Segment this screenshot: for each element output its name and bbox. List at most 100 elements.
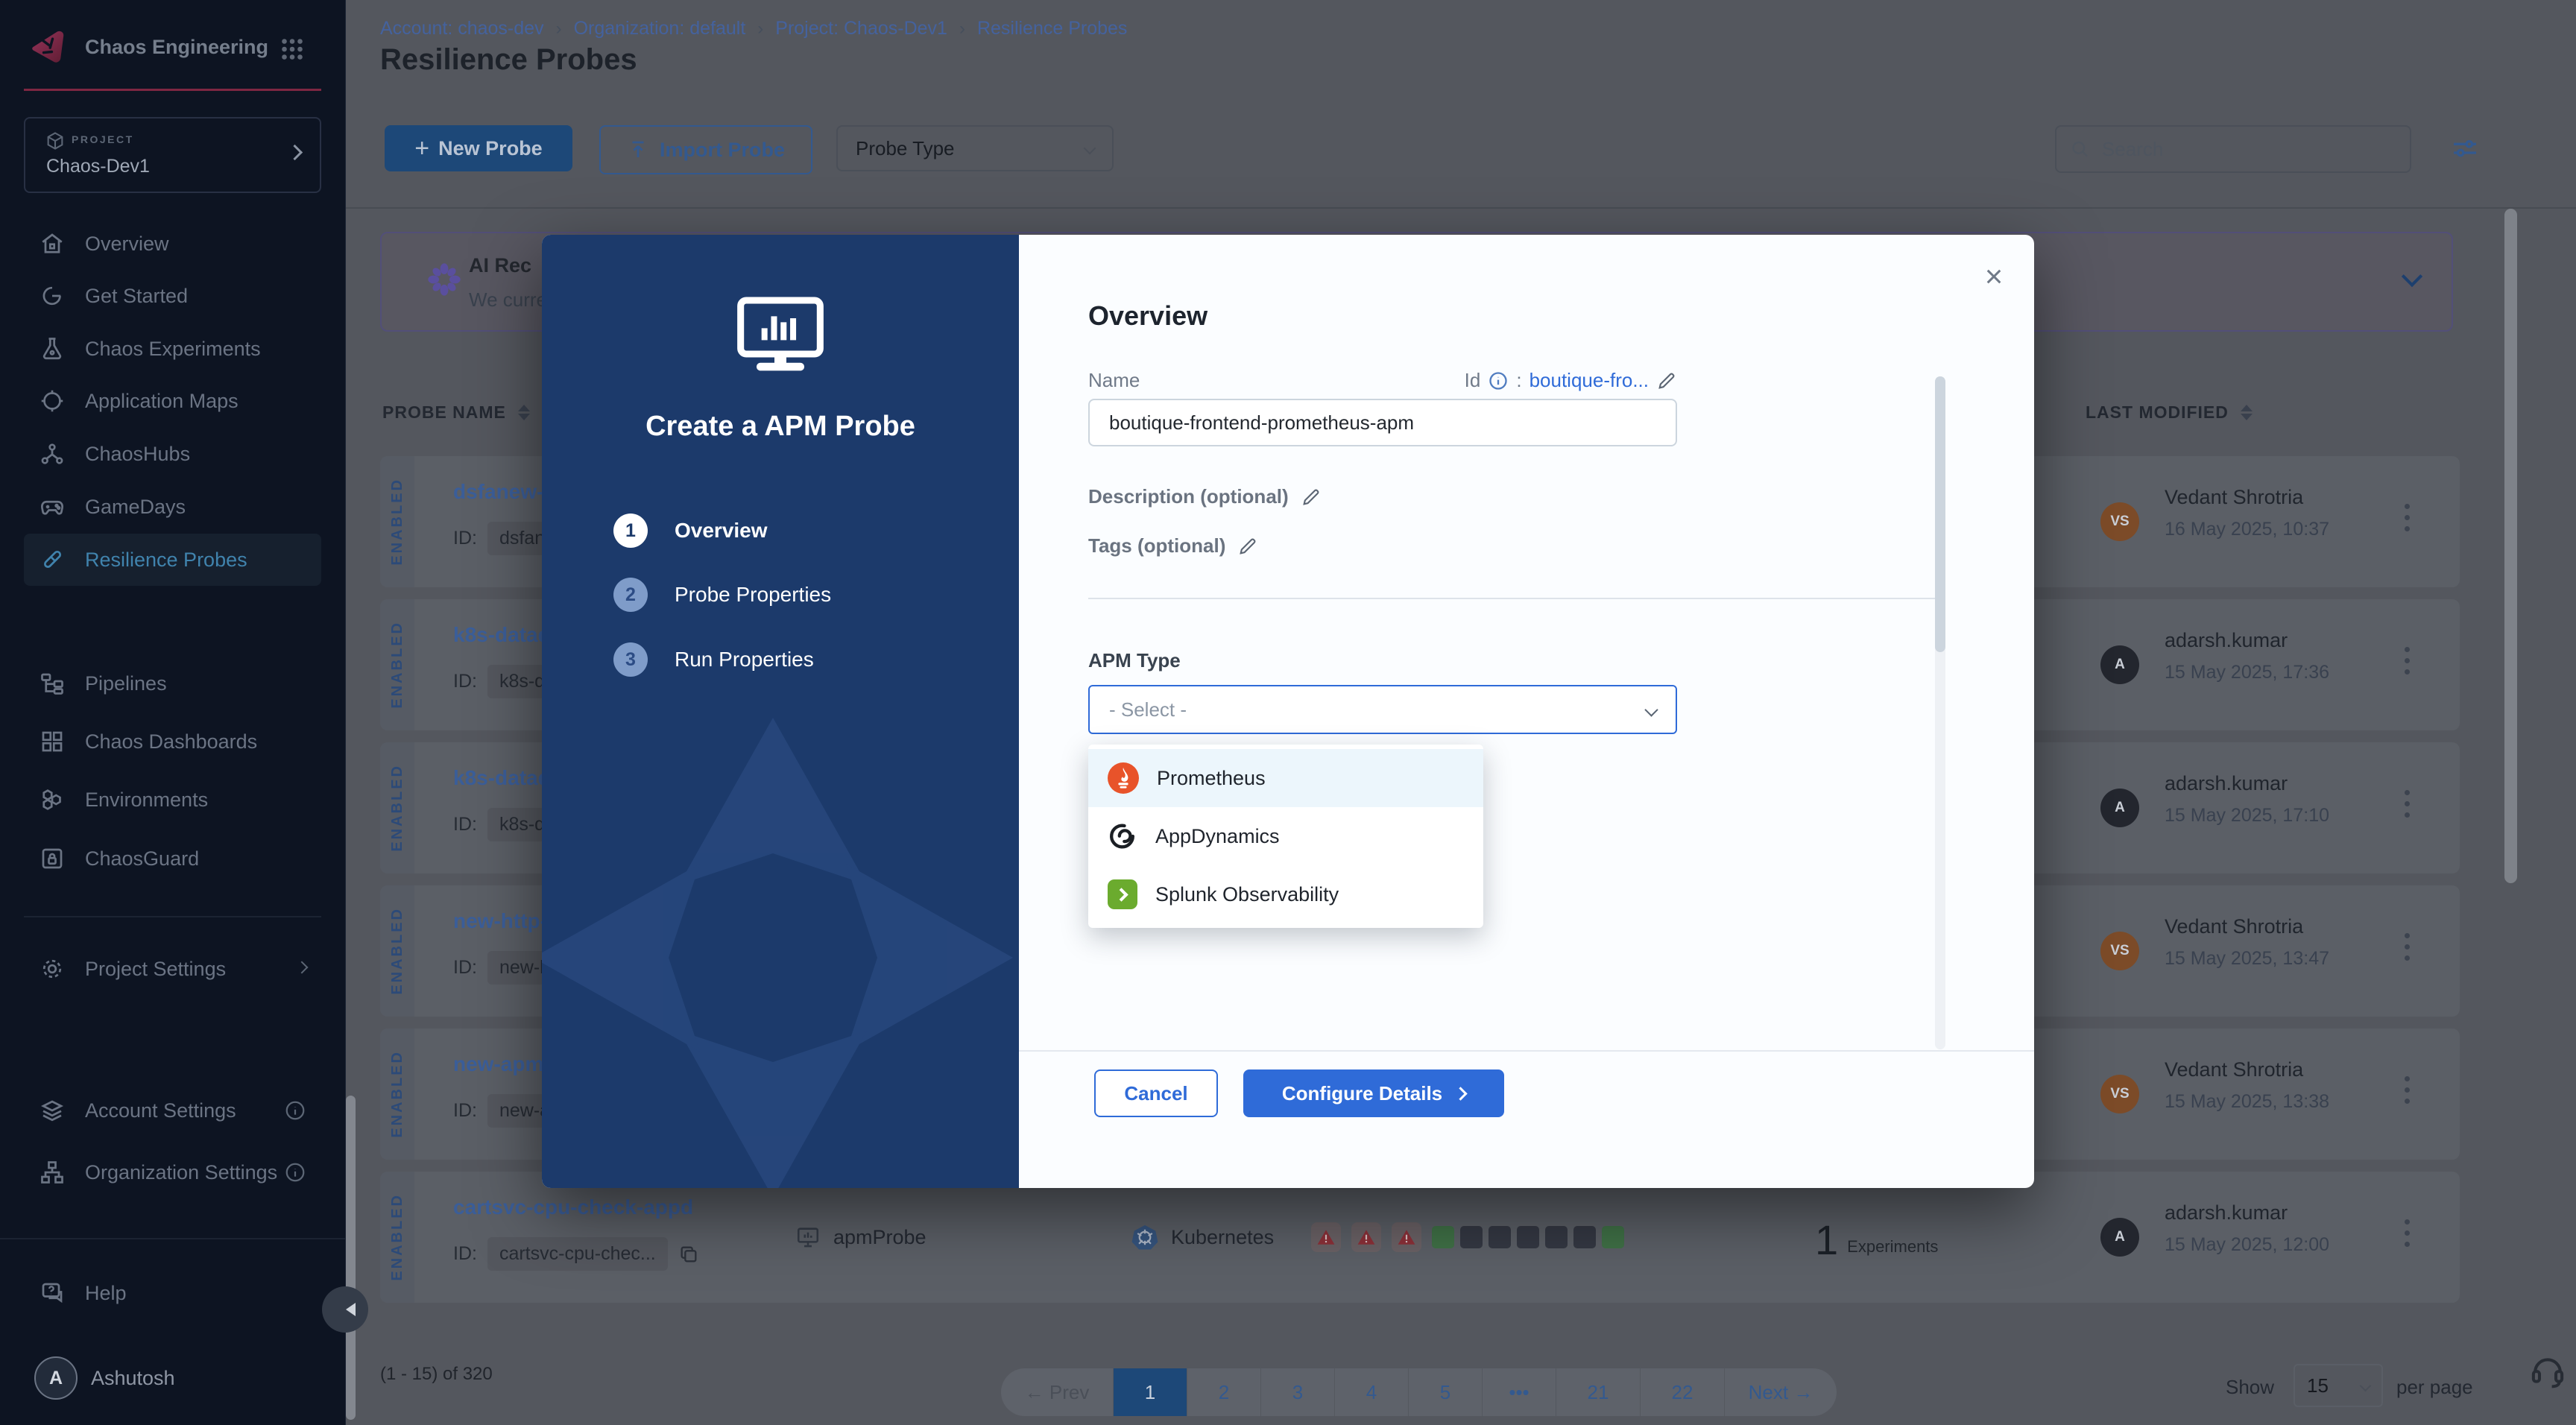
cancel-button[interactable]: Cancel xyxy=(1094,1069,1218,1117)
page-size-select[interactable]: 15 xyxy=(2294,1364,2383,1407)
sidebar-item-help[interactable]: Help xyxy=(24,1267,321,1319)
next-page-button[interactable]: Next → xyxy=(1725,1368,1837,1416)
prev-page-button[interactable]: ← Prev xyxy=(1001,1368,1114,1416)
sidebar-item-get-started[interactable]: Get Started xyxy=(24,270,321,322)
page-button-21[interactable]: 21 xyxy=(1556,1368,1641,1416)
probe-name-link[interactable]: new-apm- xyxy=(453,1052,551,1076)
edit-pencil-icon[interactable] xyxy=(1656,370,1677,391)
probe-name-link[interactable]: k8s-datad xyxy=(453,623,551,647)
sidebar-item-overview[interactable]: Overview xyxy=(24,218,321,270)
description-toggle[interactable]: Description (optional) xyxy=(1088,485,1322,508)
kubernetes-icon xyxy=(1131,1223,1159,1251)
user-avatar[interactable]: A xyxy=(34,1356,78,1400)
run-result xyxy=(1573,1226,1596,1248)
probe-name-link[interactable]: k8s-datad xyxy=(453,766,551,790)
wizard-step-run-properties[interactable]: 3 Run Properties xyxy=(613,642,814,677)
sidebar-item-chaos-dashboards[interactable]: Chaos Dashboards xyxy=(24,715,321,768)
banner-subtitle: We curre xyxy=(469,288,547,312)
sidebar-item-chaos-experiments[interactable]: Chaos Experiments xyxy=(24,323,321,375)
search-box[interactable] xyxy=(2055,125,2411,173)
product-title: Chaos Engineering xyxy=(85,36,268,59)
new-probe-button[interactable]: + New Probe xyxy=(385,125,572,171)
apm-monitor-icon xyxy=(733,294,828,378)
probe-name-link[interactable]: new-http- xyxy=(453,909,547,933)
row-menu-button[interactable] xyxy=(2405,790,2410,818)
probe-type-filter[interactable]: Probe Type xyxy=(836,125,1114,171)
org-chart-icon xyxy=(39,1159,66,1186)
module-grid-icon[interactable] xyxy=(279,36,306,63)
info-icon[interactable] xyxy=(1488,370,1509,391)
sort-icon xyxy=(518,405,530,420)
row-menu-button[interactable] xyxy=(2405,1219,2410,1247)
copy-icon[interactable] xyxy=(678,1244,699,1265)
modified-at: 15 May 2025, 12:00 xyxy=(2165,1234,2329,1256)
modal-form: Overview Name Id : boutique-fro... Descr… xyxy=(1019,235,2034,1188)
configure-details-button[interactable]: Configure Details xyxy=(1243,1069,1504,1117)
option-prometheus[interactable]: Prometheus xyxy=(1088,749,1483,807)
column-header-last-modified[interactable]: LAST MODIFIED xyxy=(2086,402,2253,423)
form-heading: Overview xyxy=(1088,300,1208,332)
page-title: Resilience Probes xyxy=(380,43,637,77)
wizard-panel: Create a APM Probe 1 Overview 2 Probe Pr… xyxy=(542,235,1019,1188)
breadcrumb-account[interactable]: Account: chaos-dev xyxy=(380,18,544,40)
sidebar-item-chaosguard[interactable]: ChaosGuard xyxy=(24,832,321,885)
option-splunk-observability[interactable]: Splunk Observability xyxy=(1088,865,1483,923)
sidebar-item-environments[interactable]: Environments xyxy=(24,774,321,826)
probe-name-link[interactable]: cartsvc-cpu-check-appd xyxy=(453,1195,693,1219)
row-menu-button[interactable] xyxy=(2405,933,2410,961)
sidebar-item-project-settings[interactable]: Project Settings xyxy=(24,943,321,995)
sidebar-item-chaoshubs[interactable]: ChaosHubs xyxy=(24,428,321,480)
sidebar-collapse-button[interactable] xyxy=(322,1286,368,1333)
chevron-right-icon xyxy=(1453,1087,1467,1100)
id-label: Id xyxy=(1465,369,1481,392)
import-probe-button[interactable]: Import Probe xyxy=(599,125,812,174)
apm-type-select[interactable]: - Select - xyxy=(1088,685,1677,734)
id-value: boutique-fro... xyxy=(1530,369,1649,392)
alert-icon xyxy=(1351,1222,1381,1252)
sidebar-item-organization-settings[interactable]: Organization Settings xyxy=(24,1146,321,1198)
row-menu-button[interactable] xyxy=(2405,1076,2410,1104)
filter-sliders-icon[interactable] xyxy=(2449,134,2481,164)
content-scrollbar[interactable] xyxy=(2504,209,2517,883)
edit-pencil-icon xyxy=(1237,536,1258,557)
form-scrollbar-thumb[interactable] xyxy=(1935,376,1945,652)
sidebar-item-application-maps[interactable]: Application Maps xyxy=(24,375,321,427)
project-selector[interactable]: PROJECT Chaos-Dev1 xyxy=(24,117,321,193)
page-ellipsis[interactable]: ••• xyxy=(1483,1368,1556,1416)
row-menu-button[interactable] xyxy=(2405,504,2410,531)
search-input[interactable] xyxy=(2100,137,2396,162)
sidebar-scrollbar[interactable] xyxy=(346,1096,356,1420)
breadcrumb-project[interactable]: Project: Chaos-Dev1 xyxy=(775,18,947,40)
get-started-icon xyxy=(39,282,66,309)
show-label: Show xyxy=(2226,1376,2274,1399)
wizard-title: Create a APM Probe xyxy=(542,411,1019,443)
row-menu-button[interactable] xyxy=(2405,647,2410,674)
column-header-probe-name[interactable]: PROBE NAME xyxy=(382,402,530,423)
wizard-step-probe-properties[interactable]: 2 Probe Properties xyxy=(613,578,831,612)
probe-name-link[interactable]: dsfanew-a xyxy=(453,480,555,504)
page-button-3[interactable]: 3 xyxy=(1261,1368,1335,1416)
support-headset-icon[interactable] xyxy=(2528,1350,2568,1391)
status-badge: ENABLED xyxy=(380,742,414,873)
monitor-icon xyxy=(795,1225,821,1250)
option-appdynamics[interactable]: AppDynamics xyxy=(1088,807,1483,865)
breadcrumb-organization[interactable]: Organization: default xyxy=(574,18,746,40)
page-button-5[interactable]: 5 xyxy=(1409,1368,1483,1416)
sidebar-item-account-settings[interactable]: Account Settings xyxy=(24,1084,321,1137)
chevron-separator: › xyxy=(757,19,763,40)
tags-toggle[interactable]: Tags (optional) xyxy=(1088,534,1258,557)
sidebar-item-resilience-probes[interactable]: Resilience Probes xyxy=(24,534,321,586)
table-row[interactable]: ENABLED cartsvc-cpu-check-appd ID:cartsv… xyxy=(380,1172,2460,1303)
probe-name-input[interactable] xyxy=(1088,399,1677,446)
page-button-22[interactable]: 22 xyxy=(1641,1368,1725,1416)
page-button-1[interactable]: 1 xyxy=(1114,1368,1187,1416)
close-icon[interactable]: × xyxy=(1973,256,2015,297)
page-button-4[interactable]: 4 xyxy=(1335,1368,1409,1416)
sidebar-item-pipelines[interactable]: Pipelines xyxy=(24,657,321,710)
splunk-icon xyxy=(1108,879,1137,909)
banner-expand-chevron-icon[interactable] xyxy=(2405,269,2419,288)
wizard-step-overview[interactable]: 1 Overview xyxy=(613,514,768,548)
page-button-2[interactable]: 2 xyxy=(1187,1368,1261,1416)
sidebar-item-gamedays[interactable]: GameDays xyxy=(24,481,321,533)
chevron-right-icon xyxy=(297,962,306,976)
